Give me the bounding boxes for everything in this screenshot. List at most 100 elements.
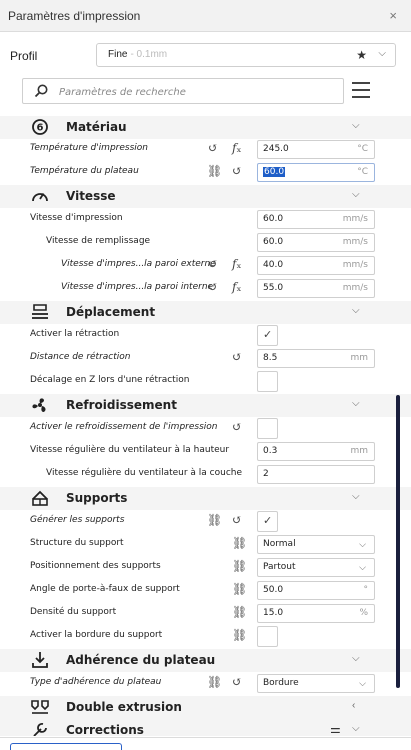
generer-supports-checkbox[interactable]: ✓ [257, 511, 278, 532]
reset-icon[interactable]: ↺ [208, 257, 218, 271]
chevron-down-icon[interactable]: ⌵ [352, 120, 360, 131]
link-icon[interactable]: ⛓ [232, 536, 247, 550]
chevron-down-icon: ⌵ [359, 539, 366, 549]
search-input[interactable] [59, 83, 329, 101]
field-unit: °C [357, 144, 368, 154]
reset-icon[interactable]: ↺ [208, 141, 218, 155]
vitesse-vent-hauteur-field[interactable]: 0.3 mm [257, 442, 375, 461]
chevron-left-icon[interactable]: ‹ [352, 700, 355, 711]
setting-activer-retraction: Activer la rétraction ✓ [0, 324, 411, 347]
setting-label: Activer la rétraction [30, 329, 120, 339]
chevron-down-icon[interactable]: ⌵ [352, 491, 360, 502]
field-value: 60.0 [263, 167, 286, 177]
chevron-down-icon: ⌵ [359, 562, 366, 572]
setting-decalage-z: Décalage en Z lors d'une rétraction [0, 370, 411, 393]
vitesse-paroi-interne-field[interactable]: 55.0 mm/s [257, 279, 375, 298]
setting-temp-plateau: Température du plateau ⛓ ↺ 60.0 °C [0, 161, 411, 184]
function-icon[interactable]: 𝑓ₓ [232, 257, 242, 271]
section-title: Supports [66, 491, 128, 505]
field-value: 0.3 [263, 446, 278, 456]
travel-icon [32, 304, 48, 319]
vitesse-vent-couche-field[interactable]: 2 [257, 465, 375, 484]
favorite-star-icon[interactable]: ★ [356, 48, 367, 62]
vitesse-remplissage-field[interactable]: 60.0 mm/s [257, 233, 375, 252]
positionnement-supports-dropdown[interactable]: Partout ⌵ [257, 558, 375, 577]
temp-impression-field[interactable]: 245.0 °C [257, 140, 375, 159]
section-title: Corrections [66, 723, 144, 736]
vitesse-paroi-externe-field[interactable]: 40.0 mm/s [257, 256, 375, 275]
setting-label: Décalage en Z lors d'une rétraction [30, 375, 190, 385]
setting-vitesse-paroi-externe: Vitesse d'impres...la paroi externe ↺ 𝑓ₓ… [0, 254, 411, 277]
setting-label: Distance de rétraction [30, 352, 131, 362]
dual-extrusion-icon [31, 700, 49, 714]
section-title: Refroidissement [66, 398, 177, 412]
setting-label: Générer les supports [30, 515, 125, 525]
menu-icon[interactable] [352, 80, 370, 100]
decalage-z-checkbox[interactable] [257, 371, 278, 392]
chevron-down-icon[interactable]: ⌵ [352, 189, 360, 200]
section-double-extrusion[interactable]: Double extrusion ‹ [0, 696, 411, 719]
reset-icon[interactable]: ↺ [232, 675, 242, 689]
search-box [22, 78, 344, 104]
densite-support-field[interactable]: 15.0 % [257, 604, 375, 623]
profile-row: Profil Fine - 0.1mm ★ ⌵ [0, 42, 411, 70]
function-icon[interactable]: 𝑓ₓ [232, 280, 242, 294]
activer-refroidissement-checkbox[interactable] [257, 418, 278, 439]
field-unit: % [359, 608, 368, 618]
section-corrections[interactable]: Corrections ⚌ ⌵ [0, 719, 411, 736]
chevron-down-icon[interactable]: ⌵ [352, 653, 360, 664]
function-icon[interactable]: 𝑓ₓ [232, 141, 242, 155]
section-adherence[interactable]: Adhérence du plateau ⌵ [0, 649, 411, 672]
recommended-button[interactable] [10, 743, 122, 750]
link-icon[interactable]: ⛓ [232, 559, 247, 573]
link-icon[interactable]: ⛓ [207, 513, 222, 527]
settings-list[interactable]: 6 Matériau ⌵ Température d'impression ↺ … [0, 114, 411, 736]
link-icon[interactable]: ⛓ [232, 628, 247, 642]
profile-subtitle: - 0.1mm [130, 49, 168, 60]
support-icon [32, 490, 48, 506]
close-icon[interactable]: × [389, 8, 397, 23]
section-supports[interactable]: Supports ⌵ [0, 487, 411, 510]
reset-icon[interactable]: ↺ [232, 513, 242, 527]
link-icon[interactable]: ⛓ [232, 605, 247, 619]
reset-icon[interactable]: ↺ [232, 164, 242, 178]
field-value: 40.0 [263, 260, 284, 270]
section-title: Double extrusion [66, 700, 182, 714]
setting-temp-impression: Température d'impression ↺ 𝑓ₓ 245.0 °C [0, 138, 411, 161]
reset-icon[interactable]: ↺ [232, 350, 242, 364]
setting-vitesse-remplissage: Vitesse de remplissage 60.0 mm/s [0, 231, 411, 254]
chevron-down-icon[interactable]: ⌵ [352, 398, 360, 409]
field-value: Normal [263, 539, 296, 549]
type-adherence-dropdown[interactable]: Bordure ⌵ [257, 674, 375, 693]
reset-icon[interactable]: ↺ [208, 280, 218, 294]
setting-label: Angle de porte-à-faux de support [30, 584, 180, 594]
section-refroidissement[interactable]: Refroidissement ⌵ [0, 394, 411, 417]
field-unit: mm/s [342, 283, 368, 293]
distance-retraction-field[interactable]: 8.5 mm [257, 349, 375, 368]
setting-label: Vitesse d'impres...la paroi externe [61, 259, 216, 269]
section-materiau[interactable]: 6 Matériau ⌵ [0, 116, 411, 139]
chevron-down-icon[interactable]: ⌵ [378, 48, 386, 59]
link-icon[interactable]: ⛓ [207, 164, 222, 178]
setting-label: Température d'impression [30, 143, 148, 153]
bordure-support-checkbox[interactable] [257, 626, 278, 647]
link-icon[interactable]: ⛓ [207, 675, 222, 689]
structure-support-dropdown[interactable]: Normal ⌵ [257, 535, 375, 554]
field-value: 8.5 [263, 353, 278, 363]
link-icon[interactable]: ⛓ [232, 582, 247, 596]
scrollbar-thumb[interactable] [396, 395, 400, 688]
filter-icon[interactable]: ⚌ [330, 722, 341, 736]
temp-plateau-field[interactable]: 60.0 °C [257, 163, 375, 182]
vitesse-impression-field[interactable]: 60.0 mm/s [257, 210, 375, 229]
field-value: 60.0 [263, 214, 284, 224]
reset-icon[interactable]: ↺ [232, 420, 242, 434]
angle-porte-a-faux-field[interactable]: 50.0 ° [257, 581, 375, 600]
chevron-down-icon[interactable]: ⌵ [352, 723, 360, 734]
field-value: 15.0 [263, 608, 284, 618]
profile-selector[interactable]: Fine - 0.1mm ★ ⌵ [96, 43, 396, 67]
setting-vitesse-impression: Vitesse d'impression 60.0 mm/s [0, 208, 411, 231]
activer-retraction-checkbox[interactable]: ✓ [257, 325, 278, 346]
section-deplacement[interactable]: Déplacement ⌵ [0, 301, 411, 324]
section-vitesse[interactable]: Vitesse ⌵ [0, 185, 411, 208]
chevron-down-icon[interactable]: ⌵ [352, 305, 360, 316]
